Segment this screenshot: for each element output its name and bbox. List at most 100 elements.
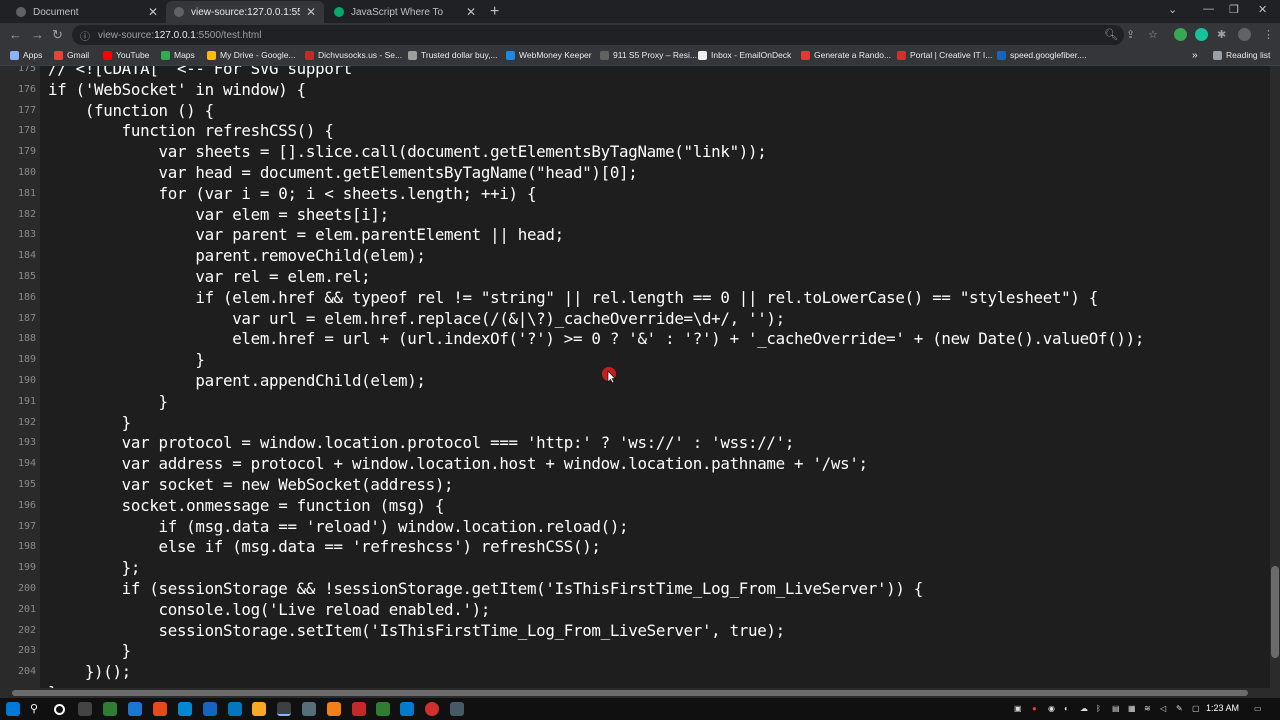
- tab-javascript-where-to[interactable]: JavaScript Where To ✕: [326, 1, 484, 23]
- horizontal-scroll-thumb[interactable]: [12, 690, 1248, 696]
- tab-search-icon[interactable]: ⌄: [1168, 3, 1177, 16]
- tray-icon[interactable]: ●: [1032, 704, 1037, 713]
- line-number[interactable]: 198: [0, 541, 36, 552]
- source-viewer[interactable]: 175 // <![CDATA[ <-- For SVG support 176 if…: [0, 66, 1270, 688]
- line-number[interactable]: 179: [0, 146, 36, 157]
- bookmark-dichvusocks[interactable]: Dichvusocks.us - Se...: [305, 50, 402, 60]
- language-icon[interactable]: ✎: [1176, 704, 1183, 713]
- cortana-icon[interactable]: [54, 704, 65, 715]
- line-number[interactable]: 186: [0, 292, 36, 303]
- line-number[interactable]: 199: [0, 562, 36, 573]
- bookmark-emailondeck[interactable]: Inbox - EmailOnDeck: [698, 50, 791, 60]
- line-number[interactable]: 175: [0, 66, 36, 74]
- grammarly-icon[interactable]: [1174, 28, 1187, 41]
- bookmark-webmoney[interactable]: WebMoney Keeper: [506, 50, 592, 60]
- cloud-icon[interactable]: ☁: [1080, 704, 1088, 713]
- app-icon[interactable]: [352, 702, 366, 716]
- line-number[interactable]: 203: [0, 645, 36, 656]
- forward-arrow-icon[interactable]: →: [31, 27, 44, 42]
- tab-document[interactable]: Document ✕: [8, 1, 166, 23]
- bookmark-my-drive[interactable]: My Drive - Google...: [207, 50, 296, 60]
- tray-icon[interactable]: ▢: [1192, 704, 1200, 713]
- notification-icon[interactable]: ▭: [1254, 704, 1262, 713]
- bookmark-trusted-dollar[interactable]: Trusted dollar buy,...: [408, 50, 498, 60]
- line-number[interactable]: 176: [0, 84, 36, 95]
- line-number[interactable]: 195: [0, 479, 36, 490]
- bookmark-youtube[interactable]: YouTube: [103, 50, 149, 60]
- line-number[interactable]: 177: [0, 105, 36, 116]
- line-number[interactable]: 202: [0, 625, 36, 636]
- bookmark-apps[interactable]: Apps: [10, 50, 42, 60]
- extension-icon[interactable]: [1195, 28, 1208, 41]
- line-number[interactable]: 204: [0, 666, 36, 677]
- app-icon[interactable]: [228, 702, 242, 716]
- line-number[interactable]: 178: [0, 125, 36, 136]
- reading-list-button[interactable]: Reading list: [1213, 50, 1270, 60]
- line-number[interactable]: 187: [0, 313, 36, 324]
- bookmark-911-proxy[interactable]: 911 S5 Proxy – Resi...: [600, 50, 697, 60]
- line-number[interactable]: 197: [0, 521, 36, 532]
- app-icon[interactable]: [376, 702, 390, 716]
- line-number[interactable]: 191: [0, 396, 36, 407]
- line-number[interactable]: 188: [0, 333, 36, 344]
- vscode-icon[interactable]: [400, 702, 414, 716]
- reload-icon[interactable]: ↻: [52, 27, 63, 43]
- share-icon[interactable]: ⇪: [1126, 28, 1135, 41]
- line-number[interactable]: 190: [0, 375, 36, 386]
- line-number[interactable]: 189: [0, 354, 36, 365]
- profile-avatar[interactable]: [1238, 28, 1251, 41]
- new-tab-button[interactable]: +: [490, 3, 499, 21]
- line-number[interactable]: 183: [0, 229, 36, 240]
- app-icon[interactable]: [203, 702, 217, 716]
- line-number[interactable]: 194: [0, 458, 36, 469]
- line-number[interactable]: 192: [0, 417, 36, 428]
- chrome-icon[interactable]: [277, 702, 291, 716]
- line-number[interactable]: 193: [0, 437, 36, 448]
- tray-icon[interactable]: ◐: [1064, 704, 1069, 713]
- wifi-icon[interactable]: ≋: [1144, 704, 1151, 713]
- line-number[interactable]: 184: [0, 250, 36, 261]
- vertical-scroll-thumb[interactable]: [1271, 566, 1279, 658]
- brave-icon[interactable]: [153, 702, 167, 716]
- minimize-button[interactable]: —: [1203, 3, 1214, 15]
- bookmarks-overflow-icon[interactable]: »: [1192, 50, 1198, 61]
- app-icon[interactable]: [302, 702, 316, 716]
- close-icon[interactable]: ✕: [466, 5, 476, 19]
- info-icon[interactable]: ⓘ: [80, 28, 90, 43]
- line-number[interactable]: 185: [0, 271, 36, 282]
- star-icon[interactable]: ☆: [1148, 28, 1158, 41]
- puzzle-icon[interactable]: ✱: [1217, 28, 1226, 41]
- line-number[interactable]: 180: [0, 167, 36, 178]
- volume-icon[interactable]: ◁: [1160, 704, 1166, 713]
- line-number[interactable]: 181: [0, 188, 36, 199]
- restore-button[interactable]: ❐: [1229, 3, 1239, 16]
- dollar-app-icon[interactable]: [327, 702, 341, 716]
- close-icon[interactable]: ✕: [148, 5, 158, 19]
- browser-icon[interactable]: [178, 702, 192, 716]
- bookmark-maps[interactable]: Maps: [161, 50, 195, 60]
- line-number[interactable]: 201: [0, 604, 36, 615]
- taskbar-clock[interactable]: 1:23 AM: [1206, 703, 1239, 713]
- search-icon[interactable]: ⚲: [30, 702, 44, 716]
- bluetooth-icon[interactable]: ᛒ: [1096, 704, 1101, 713]
- file-explorer-icon[interactable]: [252, 702, 266, 716]
- bookmark-portal[interactable]: Portal | Creative IT I...: [897, 50, 992, 60]
- tray-icon[interactable]: ▤: [1112, 704, 1120, 713]
- task-view-icon[interactable]: [78, 702, 92, 716]
- edge-icon[interactable]: [128, 702, 142, 716]
- tray-icon[interactable]: ▣: [1014, 704, 1022, 713]
- back-arrow-icon[interactable]: ←: [9, 27, 22, 42]
- menu-icon[interactable]: ⋮: [1263, 28, 1274, 41]
- tab-view-source[interactable]: view-source:127.0.0.1:5500/test.h ✕: [166, 1, 324, 23]
- network-icon[interactable]: ▦: [1128, 704, 1136, 713]
- bookmark-generate-random[interactable]: Generate a Rando...: [801, 50, 891, 60]
- zoom-icon[interactable]: 🔍︎: [1104, 28, 1118, 41]
- address-bar[interactable]: ⓘ view-source:127.0.0.1:5500/test.html: [72, 25, 1124, 45]
- line-number[interactable]: 200: [0, 583, 36, 594]
- tray-icon[interactable]: ◉: [1048, 704, 1055, 713]
- window-close-button[interactable]: ✕: [1258, 3, 1267, 16]
- app-icon[interactable]: [450, 702, 464, 716]
- app-icon[interactable]: [103, 702, 117, 716]
- bookmark-googlefiber[interactable]: speed.googlefiber....: [997, 50, 1087, 60]
- line-number[interactable]: 196: [0, 500, 36, 511]
